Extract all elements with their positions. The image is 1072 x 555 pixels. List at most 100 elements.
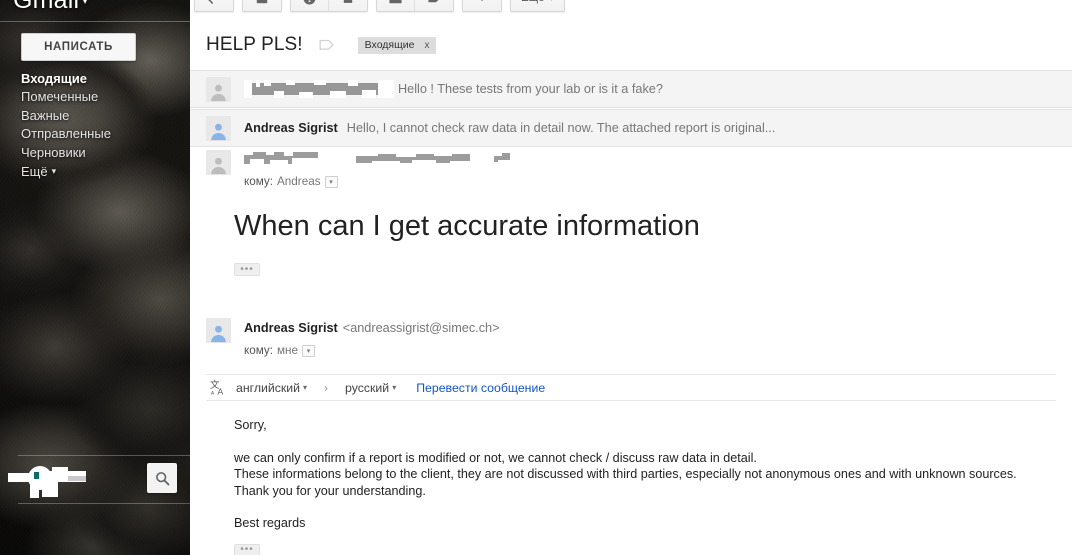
move-to-folder-icon	[389, 0, 402, 3]
page-title: HELP PLS!	[206, 34, 303, 55]
toolbar-more-button[interactable]: Ещё ▾	[510, 0, 565, 12]
svg-text:A: A	[217, 387, 223, 396]
avatar	[206, 76, 231, 102]
toolbar-group-back	[194, 0, 234, 12]
sidebar-item-more[interactable]: Ещё ▾	[21, 162, 186, 181]
toolbar-group-dropdown	[462, 0, 502, 12]
message-header: Andreas Sigrist <andreassigrist@simec.ch>…	[190, 318, 1072, 357]
message-pane: Ещё ▾ HELP PLS! Входящие x	[190, 0, 1072, 555]
label-icon	[427, 0, 438, 2]
back-arrow-icon	[208, 0, 213, 4]
sidebar-divider	[0, 21, 190, 22]
person-icon	[211, 123, 226, 140]
back-button[interactable]	[195, 0, 233, 11]
translate-glyph-icon: 文 ᴀ A	[210, 379, 224, 396]
sidebar-item-important[interactable]: Важные	[21, 107, 186, 125]
body-line-2: These informations belong to the client,…	[234, 467, 1017, 481]
recipient-value: Andreas	[277, 175, 321, 188]
sidebar-item-more-label: Ещё	[21, 164, 48, 180]
sender-email: <andreassigrist@simec.ch>	[342, 321, 500, 335]
expanded-message: кому: Andreas ▾ When can I get accurate …	[190, 150, 1072, 276]
body-greeting: Sorry,	[234, 418, 267, 432]
chevron-down-icon	[481, 0, 483, 1]
recipient-value: мне	[277, 344, 299, 357]
chevron-down-icon: ▾	[550, 0, 554, 3]
trash-icon	[343, 0, 353, 3]
collapsed-message-row[interactable]: Hello ! These tests from your lab or is …	[190, 70, 1072, 108]
recipient-line: кому: мне ▾	[244, 344, 500, 357]
sender-line: Andreas Sigrist <andreassigrist@simec.ch>	[244, 318, 500, 337]
more-actions-button[interactable]	[463, 0, 501, 11]
sidebar-item-starred[interactable]: Помеченные	[21, 88, 186, 106]
expanded-message: Andreas Sigrist <andreassigrist@simec.ch>…	[190, 318, 1072, 555]
status-badge[interactable]: Входящие x	[357, 36, 437, 54]
sidebar-item-sent[interactable]: Отправленные	[21, 125, 186, 143]
body-signoff: Best regards	[234, 516, 306, 530]
sender-name-redacted	[244, 80, 404, 98]
message-meta: Andreas Sigrist <andreassigrist@simec.ch>…	[244, 318, 500, 357]
close-icon[interactable]: x	[424, 40, 429, 51]
sender-name-redacted	[244, 150, 534, 168]
recipient-details-toggle[interactable]: ▾	[324, 175, 338, 188]
chat-search-button[interactable]	[147, 463, 177, 493]
thread-toolbar: Ещё ▾	[190, 0, 1072, 18]
body-line-3: Thank you for your understanding.	[234, 483, 426, 498]
sidebar: Gmail ▾ НАПИСАТЬ Входящие Помеченные Важн…	[0, 0, 190, 555]
toolbar-more-label: Ещё	[521, 0, 545, 4]
toolbar-group-spam-delete	[290, 0, 368, 12]
sender-name: Andreas Sigrist	[244, 121, 338, 135]
sidebar-item-drafts[interactable]: Черновики	[21, 144, 186, 162]
collapsed-message-row[interactable]: Andreas Sigrist Hello, I cannot check ra…	[190, 109, 1072, 147]
recipient-details-toggle[interactable]: ▾	[302, 344, 316, 357]
avatar	[206, 150, 231, 175]
translate-source-label: английский	[236, 380, 301, 395]
label-chip-text: Входящие	[364, 39, 415, 51]
translate-bar: 文 ᴀ A английский ▾ › русский ▾ Перевести…	[206, 374, 1056, 401]
show-trimmed-content-button[interactable]: •••	[234, 543, 260, 555]
archive-button[interactable]	[243, 0, 281, 11]
translate-icon: 文 ᴀ A	[206, 378, 230, 398]
subject-row: HELP PLS! Входящие x	[190, 26, 1072, 64]
avatar	[206, 115, 231, 141]
chat-account-name-redacted	[8, 463, 94, 498]
sidebar-item-inbox[interactable]: Входящие	[21, 70, 186, 88]
message-snippet: Hello, I cannot check raw data in detail…	[346, 121, 776, 135]
message-headline: When can I get accurate information	[234, 210, 700, 242]
person-icon	[211, 84, 226, 101]
chat-panel	[0, 455, 190, 504]
body-line-1: we can only confirm if a report is modif…	[234, 450, 757, 465]
recipient-label: кому:	[244, 175, 274, 188]
recipient-label: кому:	[244, 344, 274, 357]
person-icon	[211, 325, 226, 343]
delete-button[interactable]	[329, 0, 367, 11]
sender-name: Andreas Sigrist	[244, 321, 338, 335]
translate-target-language[interactable]: русский ▾	[345, 381, 396, 395]
gmail-logo-text: Gmail	[13, 0, 80, 14]
chat-divider-bottom	[18, 503, 190, 504]
spam-button[interactable]	[291, 0, 329, 11]
translate-source-language[interactable]: английский ▾	[236, 381, 307, 395]
gmail-logo[interactable]: Gmail ▾	[13, 0, 88, 15]
chevron-down-icon: ▾	[51, 166, 57, 177]
move-to-button[interactable]	[377, 0, 415, 11]
compose-button[interactable]: НАПИСАТЬ	[21, 33, 136, 61]
translate-arrow-icon: ›	[324, 380, 329, 395]
translate-target-label: русский	[345, 380, 390, 395]
show-trimmed-content-button[interactable]: •••	[234, 263, 260, 276]
sidebar-nav: Входящие Помеченные Важные Отправленные …	[21, 70, 186, 181]
recipient-line: кому: Andreas ▾	[244, 175, 534, 188]
spam-icon	[303, 0, 316, 4]
message-meta: кому: Andreas ▾	[244, 150, 534, 188]
chevron-down-icon: ▾	[392, 383, 397, 392]
label-outline-icon	[319, 39, 334, 50]
chevron-down-icon: ▾	[303, 383, 308, 392]
star-button[interactable]	[319, 38, 336, 53]
chat-divider-top	[18, 455, 190, 456]
toolbar-group-archive	[242, 0, 282, 12]
labels-button[interactable]	[415, 0, 453, 11]
message-header: кому: Andreas ▾	[190, 150, 1072, 188]
translate-message-link[interactable]: Перевести сообщение	[416, 381, 545, 395]
search-icon	[155, 471, 169, 485]
toolbar-group-move	[376, 0, 454, 12]
avatar	[206, 318, 231, 343]
